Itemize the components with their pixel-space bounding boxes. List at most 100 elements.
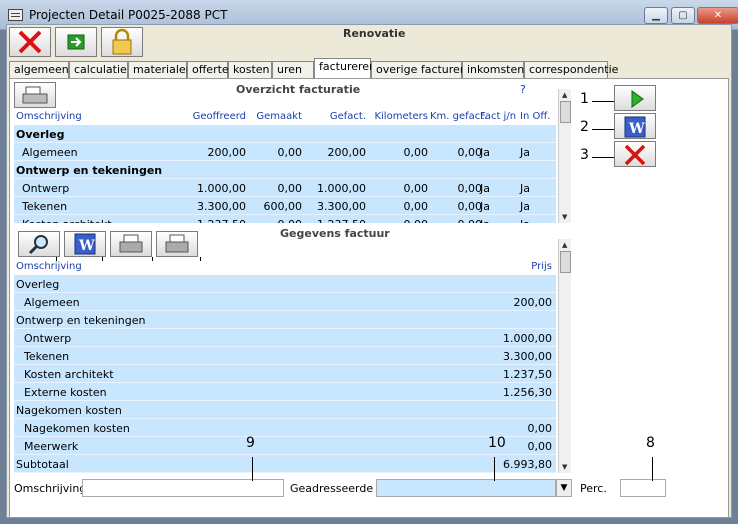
- overview-scrollbar[interactable]: ▲ ▼: [558, 89, 571, 223]
- tab-uren[interactable]: uren: [272, 61, 314, 78]
- table-row[interactable]: Externe kosten 1.256,30: [14, 383, 556, 401]
- column-header[interactable]: Km. gefact.: [430, 111, 487, 122]
- row-label: Tekenen: [24, 350, 70, 363]
- row-price: 200,00: [513, 296, 553, 309]
- tab-kosten[interactable]: kosten: [228, 61, 272, 78]
- table-row[interactable]: Nagekomen kosten: [14, 401, 556, 419]
- tab-calculatie[interactable]: calculatie: [69, 61, 128, 78]
- table-cell: Ja: [480, 200, 490, 213]
- row-price: 1.000,00: [503, 332, 552, 345]
- table-cell: 0,00: [403, 182, 429, 195]
- cancel-button[interactable]: [9, 27, 51, 57]
- row-label: Subtotaal: [16, 458, 69, 471]
- invoice-tool-7[interactable]: [156, 231, 198, 257]
- column-header[interactable]: Fact j/n: [480, 111, 516, 122]
- window: Projecten Detail P0025-2088 PCT ▁ ▢ ✕ Re…: [0, 0, 738, 524]
- close-icon[interactable]: ✕: [697, 7, 738, 24]
- table-row[interactable]: Kosten architekt 1.237,50: [14, 365, 556, 383]
- row-price: 3.300,00: [503, 350, 552, 363]
- row-label: Overleg: [16, 278, 60, 291]
- table-cell: 0,00: [403, 146, 429, 159]
- table-row[interactable]: Overleg: [14, 125, 556, 143]
- table-cell: 3.300,00: [317, 200, 366, 213]
- table-row[interactable]: Tekenen 3.300,00: [14, 347, 556, 365]
- table-cell: Algemeen: [22, 146, 78, 159]
- column-header[interactable]: Omschrijving: [16, 111, 166, 122]
- scroll-down-icon[interactable]: ▼: [562, 463, 567, 471]
- column-header[interactable]: Gefact.: [310, 111, 366, 122]
- maximize-icon[interactable]: ▢: [671, 7, 695, 24]
- invoice-header-row: Omschrijving Prijs: [14, 261, 556, 275]
- omschrijving-input[interactable]: [82, 479, 284, 497]
- green-arrow-icon: [67, 34, 85, 50]
- table-cell: Ja: [480, 182, 490, 195]
- table-row[interactable]: Algemeen 200,00: [14, 293, 556, 311]
- table-cell: 0,00: [277, 182, 303, 195]
- tab-inkomsten[interactable]: inkomsten: [462, 61, 524, 78]
- invoice-scrollbar[interactable]: ▲ ▼: [558, 239, 571, 473]
- scroll-up-icon[interactable]: ▲: [562, 91, 567, 99]
- table-row[interactable]: Ontwerp 1.000,00: [14, 329, 556, 347]
- table-row[interactable]: Subtotaal 6.993,80: [14, 455, 556, 473]
- column-header[interactable]: Prijs: [454, 261, 552, 272]
- scroll-up-icon[interactable]: ▲: [562, 241, 567, 249]
- tab-correspondentie[interactable]: correspondentie: [524, 61, 618, 78]
- scroll-thumb[interactable]: [560, 251, 571, 273]
- table-cell: Ja: [520, 200, 530, 213]
- side-button-2[interactable]: W: [614, 113, 656, 139]
- table-cell: Ja: [520, 146, 530, 159]
- table-row[interactable]: Ontwerp en tekeningen: [14, 161, 556, 179]
- table-row[interactable]: Meerwerk 0,00: [14, 437, 556, 455]
- table-cell: Kosten architekt: [22, 218, 172, 223]
- printer-icon: [22, 86, 48, 104]
- lock-button[interactable]: [101, 27, 143, 57]
- table-row[interactable]: Algemeen 200,00 0,00 200,00 0,00 0,00 Ja Ja: [14, 143, 556, 161]
- column-header[interactable]: Omschrijving: [16, 261, 82, 272]
- table-cell: Overleg: [16, 128, 65, 141]
- table-row[interactable]: Kosten architekt 1.237,50 0,00 1.237,50 0,00…: [14, 215, 556, 223]
- next-button[interactable]: [55, 27, 97, 57]
- table-row[interactable]: Tekenen 3.300,00 600,00 3.300,00 0,00 0,00 Ja J…: [14, 197, 556, 215]
- table-cell: 1.237,50: [310, 218, 366, 223]
- table-cell: 600,00: [263, 200, 303, 213]
- column-header[interactable]: Geoffreerd: [190, 111, 246, 122]
- minimize-icon[interactable]: ▁: [644, 7, 668, 24]
- chevron-down-icon[interactable]: ▼: [556, 479, 572, 497]
- side-button-3[interactable]: [614, 141, 656, 167]
- table-row[interactable]: Ontwerp en tekeningen: [14, 311, 556, 329]
- side-button-1[interactable]: [614, 85, 656, 111]
- geadresseerde-select[interactable]: [376, 479, 556, 497]
- invoice-tool-6[interactable]: [110, 231, 152, 257]
- table-cell: Ja: [480, 218, 512, 223]
- red-x-icon: [624, 144, 646, 166]
- table-cell: Ja: [520, 218, 550, 223]
- perc-input[interactable]: [620, 479, 666, 497]
- table-cell: 0,00: [430, 218, 483, 223]
- tab-overige-facturen[interactable]: overige facturen: [371, 61, 467, 78]
- column-header[interactable]: Gemaakt: [250, 111, 302, 122]
- table-row[interactable]: Nagekomen kosten 0,00: [14, 419, 556, 437]
- invoice-tool-5[interactable]: W: [64, 231, 106, 257]
- invoice-tool-4[interactable]: [18, 231, 60, 257]
- print-overview-button[interactable]: [14, 82, 56, 108]
- table-row[interactable]: Overleg: [14, 275, 556, 293]
- table-row[interactable]: Ontwerp 1.000,00 0,00 1.000,00 0,00 0,00 Ja Ja: [14, 179, 556, 197]
- word-icon: W: [624, 116, 646, 138]
- geadresseerde-label: Geadresseerde: [290, 482, 374, 495]
- padlock-icon: [112, 28, 132, 55]
- help-link[interactable]: ?: [520, 83, 526, 96]
- scroll-down-icon[interactable]: ▼: [562, 213, 567, 221]
- column-header[interactable]: In Off.: [520, 111, 550, 122]
- column-header[interactable]: Kilometers: [370, 111, 428, 122]
- tab-materialen[interactable]: materialen: [128, 61, 193, 78]
- tab-algemeen[interactable]: algemeen: [9, 61, 69, 78]
- table-cell: 0,00: [370, 218, 429, 223]
- table-cell: 0,00: [457, 146, 483, 159]
- project-heading: Renovatie: [343, 27, 406, 40]
- red-x-icon: [18, 30, 42, 54]
- tab-offerte[interactable]: offerte: [187, 61, 229, 78]
- table-cell: Ja: [480, 146, 490, 159]
- tab-factureren[interactable]: factureren: [314, 58, 376, 79]
- table-cell: 1.000,00: [317, 182, 366, 195]
- scroll-thumb[interactable]: [560, 101, 571, 123]
